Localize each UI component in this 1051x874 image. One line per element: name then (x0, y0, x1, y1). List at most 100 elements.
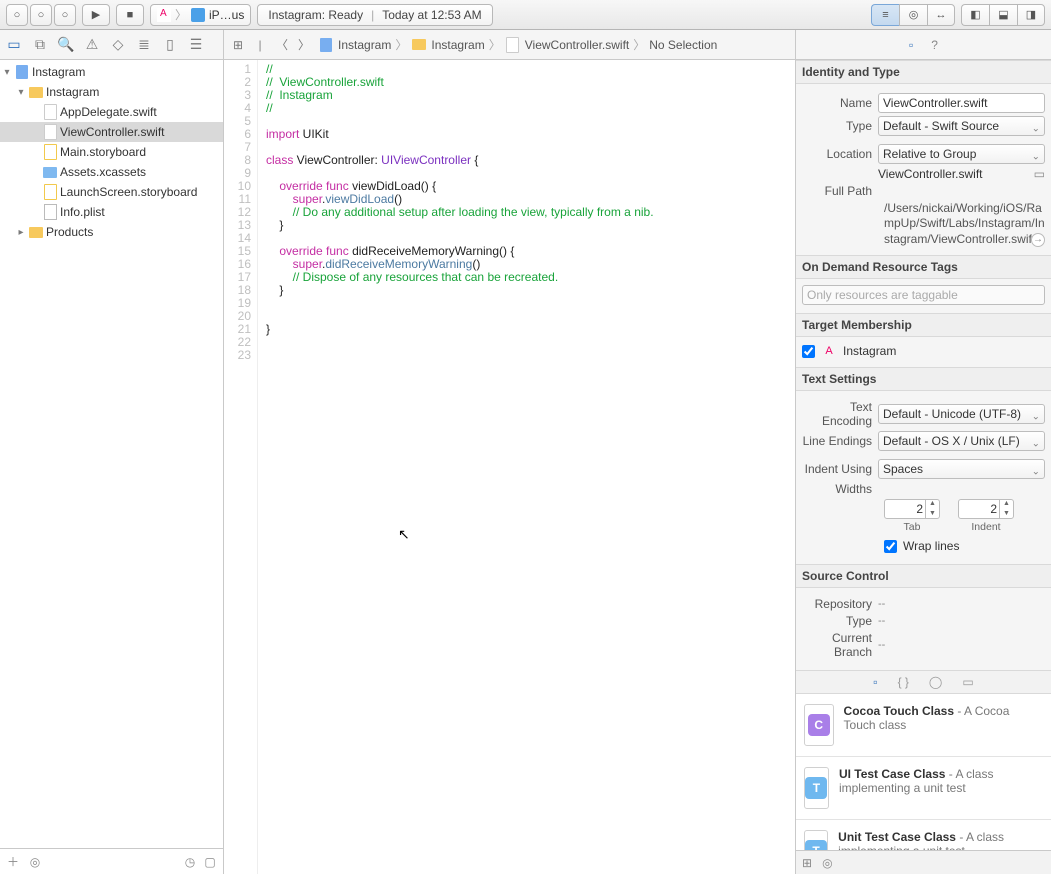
grid-view-icon[interactable]: ⊞ (802, 856, 812, 870)
code-snippet-library-icon[interactable]: { } (898, 675, 909, 689)
filter-icon[interactable]: ◎ (28, 855, 42, 869)
scm-type-value: -- (878, 615, 1045, 627)
template-icon: T (804, 767, 829, 809)
name-field[interactable]: ViewController.swift (878, 93, 1045, 113)
stepper-icon[interactable]: ▲▼ (999, 499, 1013, 519)
tree-file-row[interactable]: Main.storyboard (0, 142, 223, 162)
activity-status: Instagram: Ready | Today at 12:53 AM (257, 4, 492, 26)
forward-button[interactable]: 〉 (296, 37, 312, 53)
tree-products-label: Products (46, 225, 93, 239)
app-icon: A (821, 343, 837, 359)
toggle-navigator-button[interactable]: ◧ (961, 4, 989, 26)
crumb-label: Instagram (431, 38, 484, 52)
project-navigator-icon[interactable]: ▭ (6, 37, 22, 53)
crumb-label: No Selection (649, 38, 717, 52)
wrap-lines-checkbox[interactable]: Wrap lines (884, 539, 959, 553)
tree-file-label: ViewController.swift (60, 125, 164, 139)
assets-file-icon (42, 164, 58, 180)
run-button[interactable]: ▶ (82, 4, 110, 26)
scm-header: Source Control (796, 564, 1051, 588)
debug-navigator-icon[interactable]: ≣ (136, 37, 152, 53)
status-text: Instagram: Ready (268, 8, 363, 22)
choose-folder-icon[interactable]: ▭ (1034, 167, 1045, 181)
filter-icon[interactable]: ◎ (822, 856, 832, 870)
quick-help-tab[interactable]: ? (931, 38, 938, 52)
tree-file-row[interactable]: ViewController.swift (0, 122, 223, 142)
crumb-label: ViewController.swift (525, 38, 629, 52)
library-tabs: ▫ { } ◯ ▭ (796, 670, 1051, 694)
window-zoom-icon[interactable]: ○ (54, 4, 76, 26)
library-item[interactable]: CCocoa Touch Class - A Cocoa Touch class (796, 694, 1051, 757)
tree-file-row[interactable]: AppDelegate.swift (0, 102, 223, 122)
navigator-footer: ＋ ◎ ◷ ▢ (0, 848, 223, 874)
type-select[interactable]: Default - Swift Source (878, 116, 1045, 136)
related-items-icon[interactable]: ⊞ (230, 37, 246, 53)
project-tree[interactable]: ▾ Instagram ▾ Instagram AppDelegate.swif… (0, 60, 223, 848)
indent-width-field[interactable]: 2▲▼ (958, 499, 1014, 519)
target-membership-item[interactable]: A Instagram (802, 343, 1045, 359)
location-label: Location (802, 147, 878, 161)
standard-editor-button[interactable]: ≡ (871, 4, 899, 26)
library-list[interactable]: CCocoa Touch Class - A Cocoa Touch class… (796, 694, 1051, 850)
template-icon: C (804, 704, 834, 746)
location-select[interactable]: Relative to Group (878, 144, 1045, 164)
toggle-debug-button[interactable]: ⬓ (989, 4, 1017, 26)
toggle-inspector-button[interactable]: ◨ (1017, 4, 1045, 26)
media-library-icon[interactable]: ▭ (962, 675, 973, 689)
encoding-label: Text Encoding (802, 400, 878, 428)
version-editor-button[interactable]: ↔ (927, 4, 955, 26)
symbol-navigator-icon[interactable]: ⧉ (32, 37, 48, 53)
indent-width-label: Indent (971, 521, 1000, 533)
issue-navigator-icon[interactable]: ⚠ (84, 37, 100, 53)
tree-products-row[interactable]: ▸ Products (0, 222, 223, 242)
chevron-right-icon[interactable]: ▸ (16, 227, 26, 238)
tree-file-row[interactable]: Assets.xcassets (0, 162, 223, 182)
stop-button[interactable]: ■ (116, 4, 144, 26)
tree-file-row[interactable]: Info.plist (0, 202, 223, 222)
tab-width-label: Tab (904, 521, 921, 533)
chevron-down-icon[interactable]: ▾ (16, 87, 26, 98)
breadcrumb[interactable]: Instagram 〉 Instagram 〉 ViewController.s… (318, 36, 717, 53)
tree-group-row[interactable]: ▾ Instagram (0, 82, 223, 102)
breakpoint-navigator-icon[interactable]: ▯ (162, 37, 178, 53)
indent-select[interactable]: Spaces (878, 459, 1045, 479)
test-navigator-icon[interactable]: ◇ (110, 37, 126, 53)
encoding-select[interactable]: Default - Unicode (UTF-8) (878, 404, 1045, 424)
storyboard-file-icon (42, 184, 58, 200)
scm-filter-icon[interactable]: ▢ (203, 855, 217, 869)
file-template-library-icon[interactable]: ▫ (873, 675, 877, 689)
chevron-down-icon[interactable]: ▾ (2, 67, 12, 78)
tree-project-row[interactable]: ▾ Instagram (0, 62, 223, 82)
object-library-icon[interactable]: ◯ (929, 675, 942, 689)
scheme-device-label: iP…us (209, 8, 244, 22)
library-item[interactable]: TUnit Test Case Class - A class implemen… (796, 820, 1051, 850)
assistant-editor-button[interactable]: ◎ (899, 4, 927, 26)
storyboard-file-icon (42, 144, 58, 160)
reveal-in-finder-icon[interactable]: → (1031, 233, 1045, 247)
window-min-icon[interactable]: ○ (30, 4, 52, 26)
scheme-selector[interactable]: 〉 iP…us (150, 4, 251, 26)
target-checkbox[interactable] (802, 345, 815, 358)
code-content[interactable]: //// ViewController.swift// Instagram//i… (258, 60, 654, 874)
identity-header: Identity and Type (796, 60, 1051, 84)
tree-file-row[interactable]: LaunchScreen.storyboard (0, 182, 223, 202)
back-button[interactable]: 〈 (274, 37, 290, 53)
toolbar: ○ ○ ○ ▶ ■ 〉 iP…us Instagram: Ready | Tod… (0, 0, 1051, 30)
name-label: Name (802, 96, 878, 110)
find-navigator-icon[interactable]: 🔍 (58, 37, 74, 53)
endings-select[interactable]: Default - OS X / Unix (LF) (878, 431, 1045, 451)
add-button[interactable]: ＋ (6, 853, 20, 870)
file-inspector-tab[interactable]: ▫ (909, 38, 913, 52)
library-item[interactable]: TUI Test Case Class - A class implementi… (796, 757, 1051, 820)
tab-width-field[interactable]: 2▲▼ (884, 499, 940, 519)
location-file: ViewController.swift (878, 167, 1030, 181)
code-editor[interactable]: 1234567891011121314151617181920212223 //… (224, 60, 795, 874)
recent-filter-icon[interactable]: ◷ (183, 855, 197, 869)
stepper-icon[interactable]: ▲▼ (925, 499, 939, 519)
jump-bar: ⊞ | 〈 〉 Instagram 〉 Instagram 〉 ViewCont… (224, 30, 795, 60)
window-close-icon[interactable]: ○ (6, 4, 28, 26)
editor-mode-segment: ≡ ◎ ↔ (871, 4, 955, 26)
main-area: ▭ ⧉ 🔍 ⚠ ◇ ≣ ▯ ☰ ▾ Instagram ▾ Instagram … (0, 30, 1051, 874)
report-navigator-icon[interactable]: ☰ (188, 37, 204, 53)
template-icon: T (804, 830, 828, 850)
